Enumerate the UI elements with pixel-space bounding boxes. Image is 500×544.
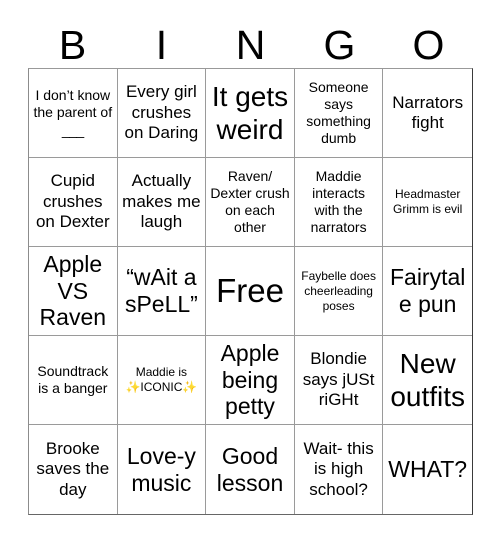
bingo-header-letter-g: G xyxy=(323,22,356,68)
bingo-cell[interactable]: Faybelle does cheerleading poses xyxy=(294,247,384,336)
bingo-cell[interactable]: Apple being petty xyxy=(206,336,295,425)
bingo-cell[interactable]: Brooke saves the day xyxy=(29,425,118,514)
bingo-cell[interactable]: Love-y music xyxy=(117,425,207,514)
bingo-cell-label: New outfits xyxy=(390,347,466,412)
sparkles-icon: ✨ xyxy=(182,380,198,394)
bingo-free-cell[interactable]: Free xyxy=(206,247,295,336)
bingo-header-letter-i: I xyxy=(155,22,168,68)
bingo-header-letter-b: B xyxy=(58,22,87,68)
bingo-cell-label: Love-y music xyxy=(126,442,196,496)
bingo-cell-label: WHAT? xyxy=(388,456,468,483)
bingo-cell[interactable]: It gets weird xyxy=(206,69,295,158)
bingo-cell-label: Cupid crushes on Dexter xyxy=(35,171,110,232)
bingo-cell[interactable]: I don’t know the parent of ___ xyxy=(29,69,118,158)
bingo-cell-label: Fairytale pun xyxy=(389,264,466,317)
bingo-cell-label: Soundtrack is a banger xyxy=(37,362,109,396)
bingo-cell[interactable]: Maddie interacts with the narrators xyxy=(294,158,384,247)
bingo-header: B I N G O xyxy=(28,0,473,68)
bingo-cell[interactable]: WHAT? xyxy=(383,425,472,514)
bingo-cell-label: Maddie is ✨ICONIC✨ xyxy=(125,365,198,394)
bingo-cell-blank: ___ xyxy=(61,121,84,138)
bingo-cell[interactable]: Headmaster Grimm is evil xyxy=(383,158,472,247)
bingo-cell[interactable]: Actually makes me laugh xyxy=(117,158,207,247)
bingo-header-letter-n: N xyxy=(235,22,266,68)
bingo-cell-label: Brooke saves the day xyxy=(36,438,110,499)
bingo-cell[interactable]: Good lesson xyxy=(206,425,295,514)
bingo-cell[interactable]: Wait- this is high school? xyxy=(294,425,384,514)
bingo-cell-label: I don’t know the parent of ___ xyxy=(33,87,113,138)
bingo-cell[interactable]: New outfits xyxy=(383,336,472,425)
bingo-cell[interactable]: Cupid crushes on Dexter xyxy=(29,158,118,247)
bingo-cell[interactable]: Blondie says jUSt riGHt xyxy=(294,336,384,425)
bingo-card: B I N G O I don’t know the parent of ___ E… xyxy=(0,0,500,544)
bingo-cell-label: Blondie says jUSt riGHt xyxy=(302,349,375,410)
bingo-cell[interactable]: “wAit a sPeLL” xyxy=(117,247,207,336)
bingo-cell[interactable]: Someone says something dumb xyxy=(294,69,384,158)
bingo-header-letter-o: O xyxy=(412,22,445,68)
bingo-cell[interactable]: Maddie is ✨ICONIC✨ xyxy=(117,336,207,425)
bingo-cell-label: “wAit a sPeLL” xyxy=(124,264,198,317)
bingo-cell-label: Wait- this is high school? xyxy=(303,438,374,499)
bingo-cell-label: Someone says something dumb xyxy=(306,78,371,147)
bingo-grid: I don’t know the parent of ___ Every girl … xyxy=(28,68,473,515)
bingo-cell[interactable]: Every girl crushes on Daring xyxy=(117,69,207,158)
bingo-cell-label: Actually makes me laugh xyxy=(122,171,201,232)
bingo-cell[interactable]: Narrators fight xyxy=(383,69,472,158)
bingo-cell[interactable]: Raven/ Dexter crush on each other xyxy=(206,158,295,247)
bingo-cell-label: Good lesson xyxy=(216,442,284,496)
bingo-cell[interactable]: Apple VS Raven xyxy=(29,247,118,336)
bingo-cell-label: Maddie interacts with the narrators xyxy=(310,167,367,236)
bingo-cell-label: Faybelle does cheerleading poses xyxy=(301,268,376,313)
bingo-cell-label: Free xyxy=(216,271,284,309)
bingo-cell[interactable]: Soundtrack is a banger xyxy=(29,336,118,425)
bingo-cell-emphasis: ICONIC xyxy=(140,380,183,394)
bingo-cell-label: Raven/ Dexter crush on each other xyxy=(210,167,290,236)
bingo-cell-label: It gets weird xyxy=(211,80,289,145)
bingo-cell-label: Headmaster Grimm is evil xyxy=(393,187,463,216)
sparkles-icon: ✨ xyxy=(125,380,141,394)
bingo-cell[interactable]: Fairytale pun xyxy=(383,247,472,336)
bingo-cell-label: Narrators fight xyxy=(392,92,464,132)
bingo-cell-label: Every girl crushes on Daring xyxy=(124,82,199,143)
bingo-cell-label: Apple VS Raven xyxy=(39,250,107,331)
bingo-cell-label: Apple being petty xyxy=(220,339,280,420)
